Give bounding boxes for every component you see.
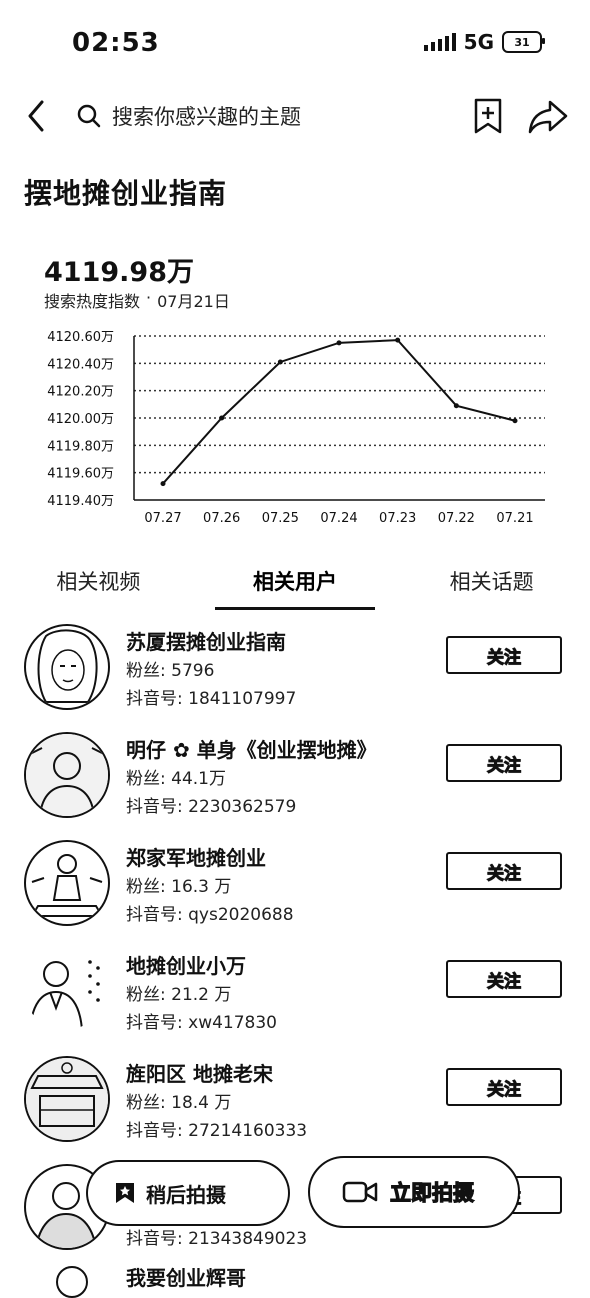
- x-tick-label: 07.23: [379, 511, 416, 526]
- user-fans: 粉丝: 18.4 万: [126, 1093, 232, 1113]
- user-avatar-partial[interactable]: [56, 1266, 88, 1298]
- follow-button[interactable]: 关注: [446, 852, 562, 890]
- search-input[interactable]: 搜索你感兴趣的主题: [76, 96, 436, 136]
- battery-level: 31: [514, 35, 530, 49]
- user-name[interactable]: 地摊创业小万: [126, 950, 246, 979]
- trend-point: [160, 481, 166, 487]
- battery-icon: 31: [502, 31, 545, 53]
- user-avatar[interactable]: [24, 624, 110, 710]
- trend-point: [219, 415, 225, 421]
- user-douyin-id: 抖音号: xw417830: [126, 1013, 277, 1033]
- user-fans: 粉丝: 5796: [126, 661, 215, 681]
- user-name[interactable]: 郑家军地摊创业: [126, 842, 266, 871]
- tab-bar: 相关视频 相关用户 相关话题: [0, 560, 590, 610]
- user-row[interactable]: 苏厦摆摊创业指南 粉丝: 5796 抖音号: 1841107997 关注: [0, 620, 590, 728]
- page-title: 摆地摊创业指南: [24, 177, 228, 210]
- user-douyin-id: 抖音号: 21343849023: [126, 1229, 308, 1249]
- share-arrow-icon: [528, 100, 568, 134]
- user-fans: 粉丝: 16.3 万: [126, 877, 232, 897]
- y-tick-label: 4120.20万: [47, 385, 114, 400]
- x-tick-label: 07.27: [144, 511, 181, 526]
- user-douyin-id: 抖音号: qys2020688: [126, 905, 294, 925]
- y-tick-label: 4119.40万: [47, 494, 114, 509]
- video-camera-icon: [342, 1181, 378, 1203]
- user-avatar[interactable]: [24, 948, 106, 1030]
- trend-line: [162, 339, 516, 485]
- y-tick-label: 4119.80万: [47, 439, 114, 454]
- trend-point: [512, 418, 518, 424]
- user-row[interactable]: 地摊创业小万 粉丝: 21.2 万 抖音号: xw417830 关注: [0, 944, 590, 1052]
- user-fans: 粉丝: 44.1万: [126, 769, 226, 789]
- shoot-now-button[interactable]: 立即拍摄: [308, 1156, 520, 1228]
- user-name[interactable]: 明仔 ✿ 单身《创业摆地摊》: [126, 734, 377, 763]
- share-button[interactable]: [526, 96, 570, 136]
- avatar-seated-person-icon: [30, 854, 104, 917]
- user-row[interactable]: 旌阳区 地摊老宋 粉丝: 18.4 万 抖音号: 27214160333 关注: [0, 1052, 590, 1160]
- user-row[interactable]: 明仔 ✿ 单身《创业摆地摊》 粉丝: 44.1万 抖音号: 2230362579…: [0, 728, 590, 836]
- user-name[interactable]: 苏厦摆摊创业指南: [126, 626, 286, 655]
- x-tick-label: 07.25: [262, 511, 299, 526]
- trend-point: [395, 337, 401, 343]
- user-avatar[interactable]: [24, 1056, 110, 1142]
- tab-related-videos[interactable]: 相关视频: [0, 560, 197, 610]
- shoot-now-label: 立即拍摄: [389, 1180, 474, 1205]
- shoot-later-label: 稍后拍摄: [146, 1182, 226, 1207]
- y-tick-label: 4120.60万: [47, 330, 114, 345]
- search-trend-chart: 4120.60万 4120.40万 4120.20万 4120.00万 4119.80万…: [47, 330, 545, 526]
- signal-icon: [423, 33, 456, 51]
- bookmark-button[interactable]: [470, 96, 506, 136]
- avatar-market-stall-icon: [26, 1058, 108, 1140]
- x-tick-label: 07.26: [203, 511, 240, 526]
- follow-button[interactable]: 关注: [446, 744, 562, 782]
- x-tick-label: 07.24: [320, 511, 357, 526]
- y-tick-label: 4120.40万: [47, 357, 114, 372]
- bookmark-star-icon: [116, 1183, 134, 1203]
- index-date: 07月21日: [157, 292, 230, 311]
- user-name[interactable]: 旌阳区 地摊老宋: [126, 1058, 273, 1087]
- user-avatar[interactable]: [24, 732, 110, 818]
- avatar-person-icon: [26, 734, 108, 816]
- y-tick-label: 4120.00万: [47, 412, 114, 427]
- tab-related-users[interactable]: 相关用户: [197, 560, 394, 610]
- avatar-suit-man-icon: [29, 960, 100, 1030]
- user-avatar[interactable]: [24, 840, 110, 926]
- search-placeholder: 搜索你感兴趣的主题: [112, 105, 301, 129]
- back-button[interactable]: [20, 96, 56, 136]
- follow-button[interactable]: 关注: [446, 636, 562, 674]
- user-douyin-id: 抖音号: 2230362579: [126, 797, 297, 817]
- trend-point: [453, 403, 459, 409]
- user-douyin-id: 抖音号: 27214160333: [126, 1121, 308, 1141]
- search-icon: [77, 104, 101, 128]
- status-icons: 5G 31: [423, 30, 545, 54]
- user-fans: 粉丝: 21.2 万: [126, 985, 232, 1005]
- avatar-face-icon: [37, 629, 98, 703]
- user-row[interactable]: 郑家军地摊创业 粉丝: 16.3 万 抖音号: qys2020688 关注: [0, 836, 590, 944]
- back-arrow-icon: [28, 100, 44, 132]
- user-douyin-id: 抖音号: 1841107997: [126, 689, 297, 709]
- separator-dot: ·: [146, 288, 152, 307]
- follow-button[interactable]: 关注: [446, 960, 562, 998]
- shoot-later-button[interactable]: 稍后拍摄: [88, 1162, 288, 1224]
- search-index-subtitle: 搜索热度指数 · 07月21日: [44, 288, 230, 312]
- y-tick-label: 4119.60万: [47, 467, 114, 482]
- user-name-partial[interactable]: 我要创业辉哥: [126, 1262, 246, 1291]
- trend-point: [277, 359, 283, 365]
- trend-point: [336, 340, 342, 346]
- search-index-value: 4119.98万: [44, 257, 194, 288]
- bookmark-add-icon: [474, 98, 502, 134]
- x-tick-label: 07.22: [438, 511, 475, 526]
- x-tick-label: 07.21: [496, 511, 533, 526]
- tab-related-topics[interactable]: 相关话题: [393, 560, 590, 610]
- follow-button[interactable]: 关注: [446, 1068, 562, 1106]
- index-label: 搜索热度指数: [44, 292, 141, 311]
- status-time: 02:53: [72, 28, 160, 58]
- network-label: 5G: [463, 30, 494, 54]
